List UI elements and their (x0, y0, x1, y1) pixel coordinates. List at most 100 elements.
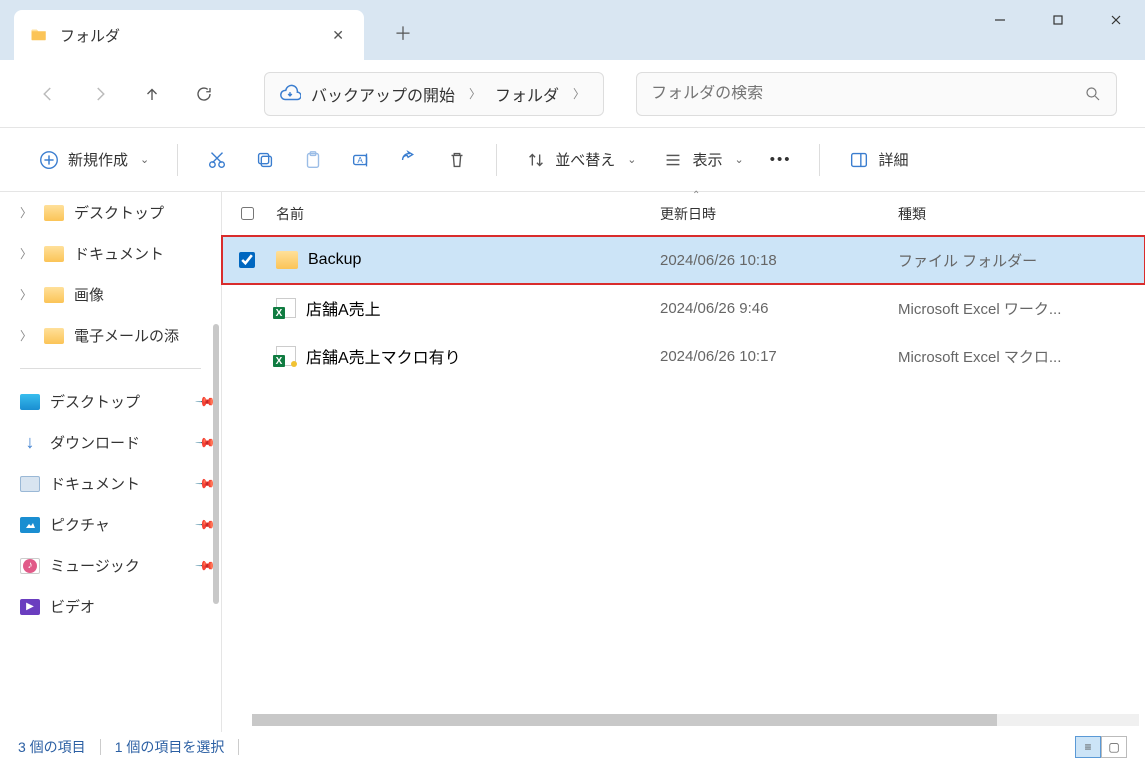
refresh-button[interactable] (184, 74, 224, 114)
details-view-button[interactable]: ≡ (1075, 736, 1101, 758)
separator (238, 739, 239, 755)
column-headers: 名前 更新日時 種類 (222, 192, 1145, 236)
quick-music[interactable]: ♪ミュージック📌 (0, 545, 221, 586)
quick-pictures[interactable]: ピクチャ📌 (0, 504, 221, 545)
nav-bar: バックアップの開始 〉 フォルダ 〉 (0, 60, 1145, 128)
breadcrumb[interactable]: バックアップの開始 〉 フォルダ 〉 (264, 72, 604, 116)
chevron-down-icon: ⌄ (140, 153, 149, 166)
download-icon: ↓ (20, 435, 40, 451)
divider (20, 368, 201, 369)
close-window-button[interactable] (1087, 0, 1145, 40)
new-icon (38, 149, 60, 171)
large-icons-view-button[interactable]: ▢ (1101, 736, 1127, 758)
chevron-down-icon: ⌄ (627, 153, 636, 166)
pictures-icon (20, 517, 40, 533)
quick-videos[interactable]: ▶ビデオ (0, 586, 221, 627)
select-all-checkbox[interactable] (222, 207, 272, 220)
folder-icon (44, 287, 64, 303)
column-date[interactable]: 更新日時 (660, 204, 898, 224)
rename-icon: A (350, 149, 372, 171)
folder-icon (44, 246, 64, 262)
separator (177, 144, 178, 176)
details-icon (848, 149, 870, 171)
view-icon (662, 149, 684, 171)
window-controls (971, 0, 1145, 40)
horizontal-scrollbar[interactable] (252, 714, 1139, 726)
view-button[interactable]: 表示 ⌄ (652, 143, 753, 177)
file-row-xlsm[interactable]: 店舗A売上マクロ有り 2024/06/26 10:17 Microsoft Ex… (222, 332, 1145, 380)
chevron-right-icon: 〉 (20, 286, 34, 303)
search-input[interactable] (651, 85, 1084, 103)
tab-close-button[interactable]: ✕ (328, 23, 348, 48)
sort-label: 並べ替え (555, 149, 615, 170)
file-row-backup[interactable]: Backup 2024/06/26 10:18 ファイル フォルダー (222, 236, 1145, 284)
folder-icon (44, 328, 64, 344)
sidebar-item-desktop[interactable]: 〉デスクトップ (0, 192, 221, 233)
tab-active[interactable]: フォルダ ✕ (14, 10, 364, 60)
excel-icon (276, 298, 296, 318)
details-button[interactable]: 詳細 (838, 143, 918, 177)
column-type[interactable]: 種類 (898, 204, 1145, 224)
minimize-button[interactable] (971, 0, 1029, 40)
up-button[interactable] (132, 74, 172, 114)
rename-button[interactable]: A (340, 143, 382, 177)
row-checkbox[interactable] (239, 252, 255, 268)
desktop-icon (20, 394, 40, 410)
paste-icon (302, 149, 324, 171)
excel-macro-icon (276, 346, 296, 366)
details-label: 詳細 (878, 149, 908, 170)
quick-documents[interactable]: ドキュメント📌 (0, 463, 221, 504)
quick-desktop[interactable]: デスクトップ📌 (0, 381, 221, 422)
chevron-right-icon: 〉 (20, 245, 34, 262)
chevron-right-icon: 〉 (20, 327, 34, 344)
copy-icon (254, 149, 276, 171)
share-icon (398, 149, 420, 171)
chevron-right-icon[interactable]: 〉 (465, 85, 485, 102)
cut-button[interactable] (196, 143, 238, 177)
search-box[interactable] (636, 72, 1117, 116)
new-button[interactable]: 新規作成 ⌄ (28, 143, 159, 177)
new-tab-button[interactable]: ＋ (394, 20, 412, 46)
chevron-down-icon: ⌄ (734, 153, 743, 166)
sidebar: 〉デスクトップ 〉ドキュメント 〉画像 〉電子メールの添 デスクトップ📌 ↓ダウ… (0, 192, 222, 732)
share-button[interactable] (388, 143, 430, 177)
sort-indicator-icon: ⌃ (692, 190, 700, 201)
chevron-right-icon: 〉 (20, 204, 34, 221)
file-list: ⌃ 名前 更新日時 種類 Backup 2024/06/26 10:18 ファイ… (222, 192, 1145, 732)
folder-icon (44, 205, 64, 221)
quick-downloads[interactable]: ↓ダウンロード📌 (0, 422, 221, 463)
cloud-sync-icon (279, 83, 301, 105)
delete-icon (446, 149, 468, 171)
sort-button[interactable]: 並べ替え ⌄ (515, 143, 646, 177)
file-row-xlsx[interactable]: 店舗A売上 2024/06/26 9:46 Microsoft Excel ワー… (222, 284, 1145, 332)
video-icon: ▶ (20, 599, 40, 615)
forward-button[interactable] (80, 74, 120, 114)
more-button[interactable]: ••• (760, 145, 802, 174)
title-bar: フォルダ ✕ ＋ (0, 0, 1145, 60)
document-icon (20, 476, 40, 492)
sidebar-scrollbar[interactable] (213, 324, 219, 604)
sort-icon (525, 149, 547, 171)
folder-icon (276, 251, 298, 269)
sidebar-item-pictures[interactable]: 〉画像 (0, 274, 221, 315)
breadcrumb-current[interactable]: フォルダ (495, 82, 559, 106)
music-icon: ♪ (20, 558, 40, 574)
breadcrumb-root[interactable]: バックアップの開始 (311, 82, 455, 106)
copy-button[interactable] (244, 143, 286, 177)
sidebar-item-documents[interactable]: 〉ドキュメント (0, 233, 221, 274)
column-name[interactable]: 名前 (272, 204, 660, 224)
separator (496, 144, 497, 176)
cut-icon (206, 149, 228, 171)
folder-icon (30, 26, 48, 44)
paste-button[interactable] (292, 143, 334, 177)
search-icon[interactable] (1084, 85, 1102, 103)
toolbar: 新規作成 ⌄ A 並べ替え ⌄ 表示 ⌄ ••• 詳細 (0, 128, 1145, 192)
chevron-right-icon[interactable]: 〉 (569, 85, 589, 102)
main-area: 〉デスクトップ 〉ドキュメント 〉画像 〉電子メールの添 デスクトップ📌 ↓ダウ… (0, 192, 1145, 732)
delete-button[interactable] (436, 143, 478, 177)
status-selected-count: 1 個の項目を選択 (115, 737, 225, 757)
status-item-count: 3 個の項目 (18, 737, 86, 757)
back-button[interactable] (28, 74, 68, 114)
maximize-button[interactable] (1029, 0, 1087, 40)
sidebar-item-email[interactable]: 〉電子メールの添 (0, 315, 221, 356)
